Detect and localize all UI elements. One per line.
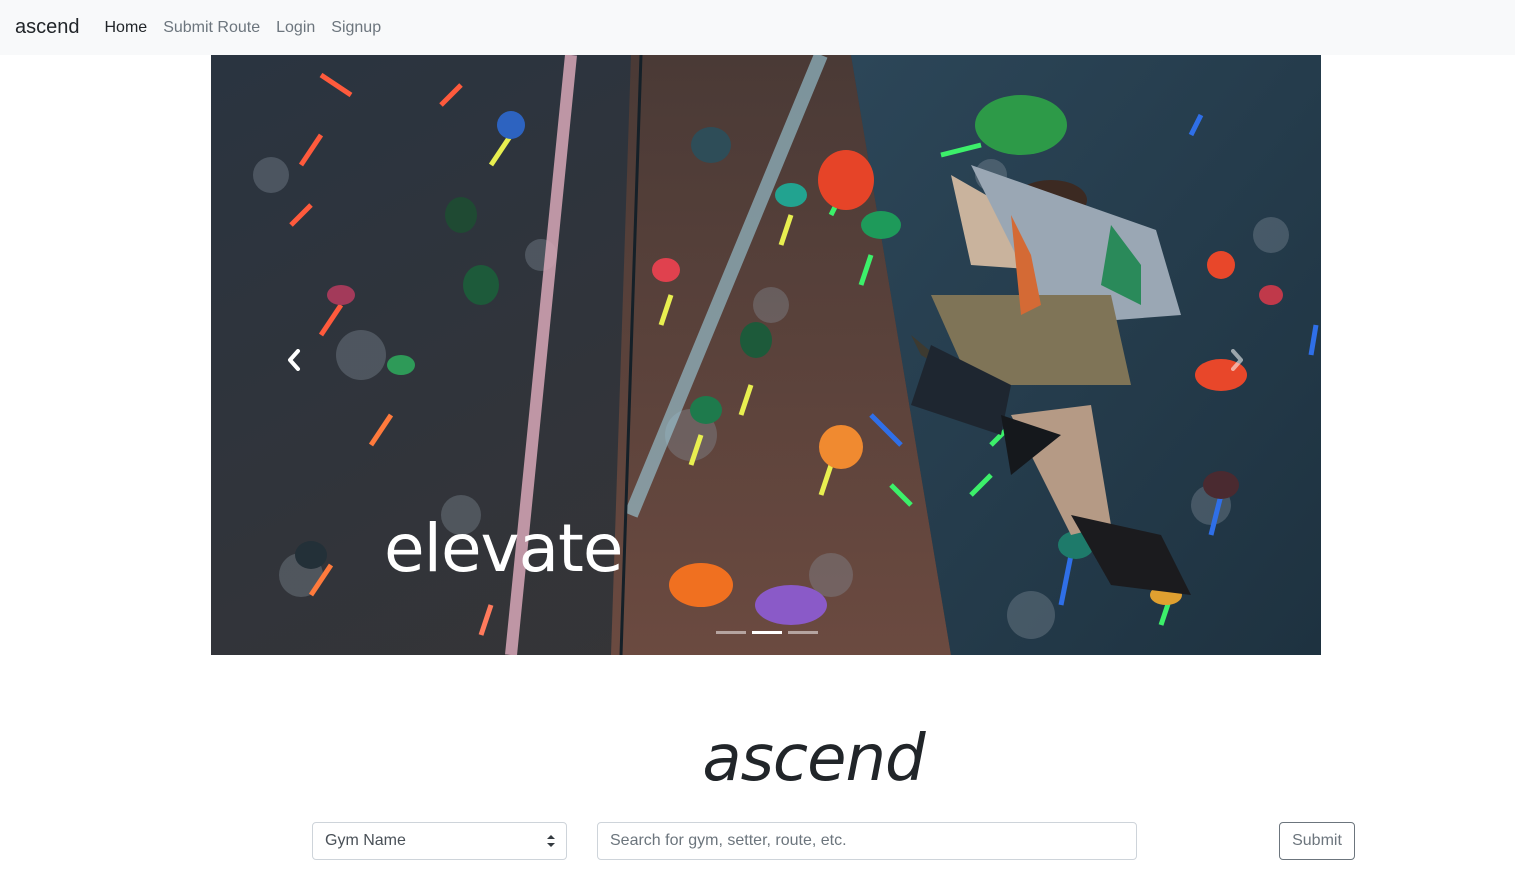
nav-link-signup[interactable]: Signup	[331, 19, 381, 37]
page-title: ascend	[702, 722, 925, 796]
navbar: ascend Home Submit Route Login Signup	[0, 0, 1515, 55]
carousel-next-button[interactable]	[1222, 345, 1252, 375]
carousel-caption: elevate	[384, 510, 624, 587]
search-filter-selected: Gym Name	[325, 832, 406, 849]
nav-link-submit-route[interactable]: Submit Route	[163, 19, 260, 37]
carousel-indicator-3[interactable]	[788, 631, 818, 634]
chevron-right-icon	[1231, 349, 1243, 371]
carousel-indicator-2[interactable]	[752, 631, 782, 634]
select-updown-icon	[547, 835, 555, 847]
climbing-wall-image	[211, 55, 1321, 655]
chevron-left-icon	[288, 349, 300, 371]
search-input[interactable]	[597, 822, 1137, 860]
carousel-indicator-1[interactable]	[716, 631, 746, 634]
brand-logo[interactable]: ascend	[15, 16, 80, 39]
nav-link-login[interactable]: Login	[276, 19, 315, 37]
carousel-prev-button[interactable]	[279, 345, 309, 375]
submit-button[interactable]: Submit	[1279, 822, 1355, 860]
carousel-indicators	[716, 631, 818, 634]
hero-carousel: elevate	[211, 55, 1321, 655]
search-filter-select[interactable]: Gym Name	[312, 822, 567, 860]
nav-link-home[interactable]: Home	[105, 19, 148, 37]
